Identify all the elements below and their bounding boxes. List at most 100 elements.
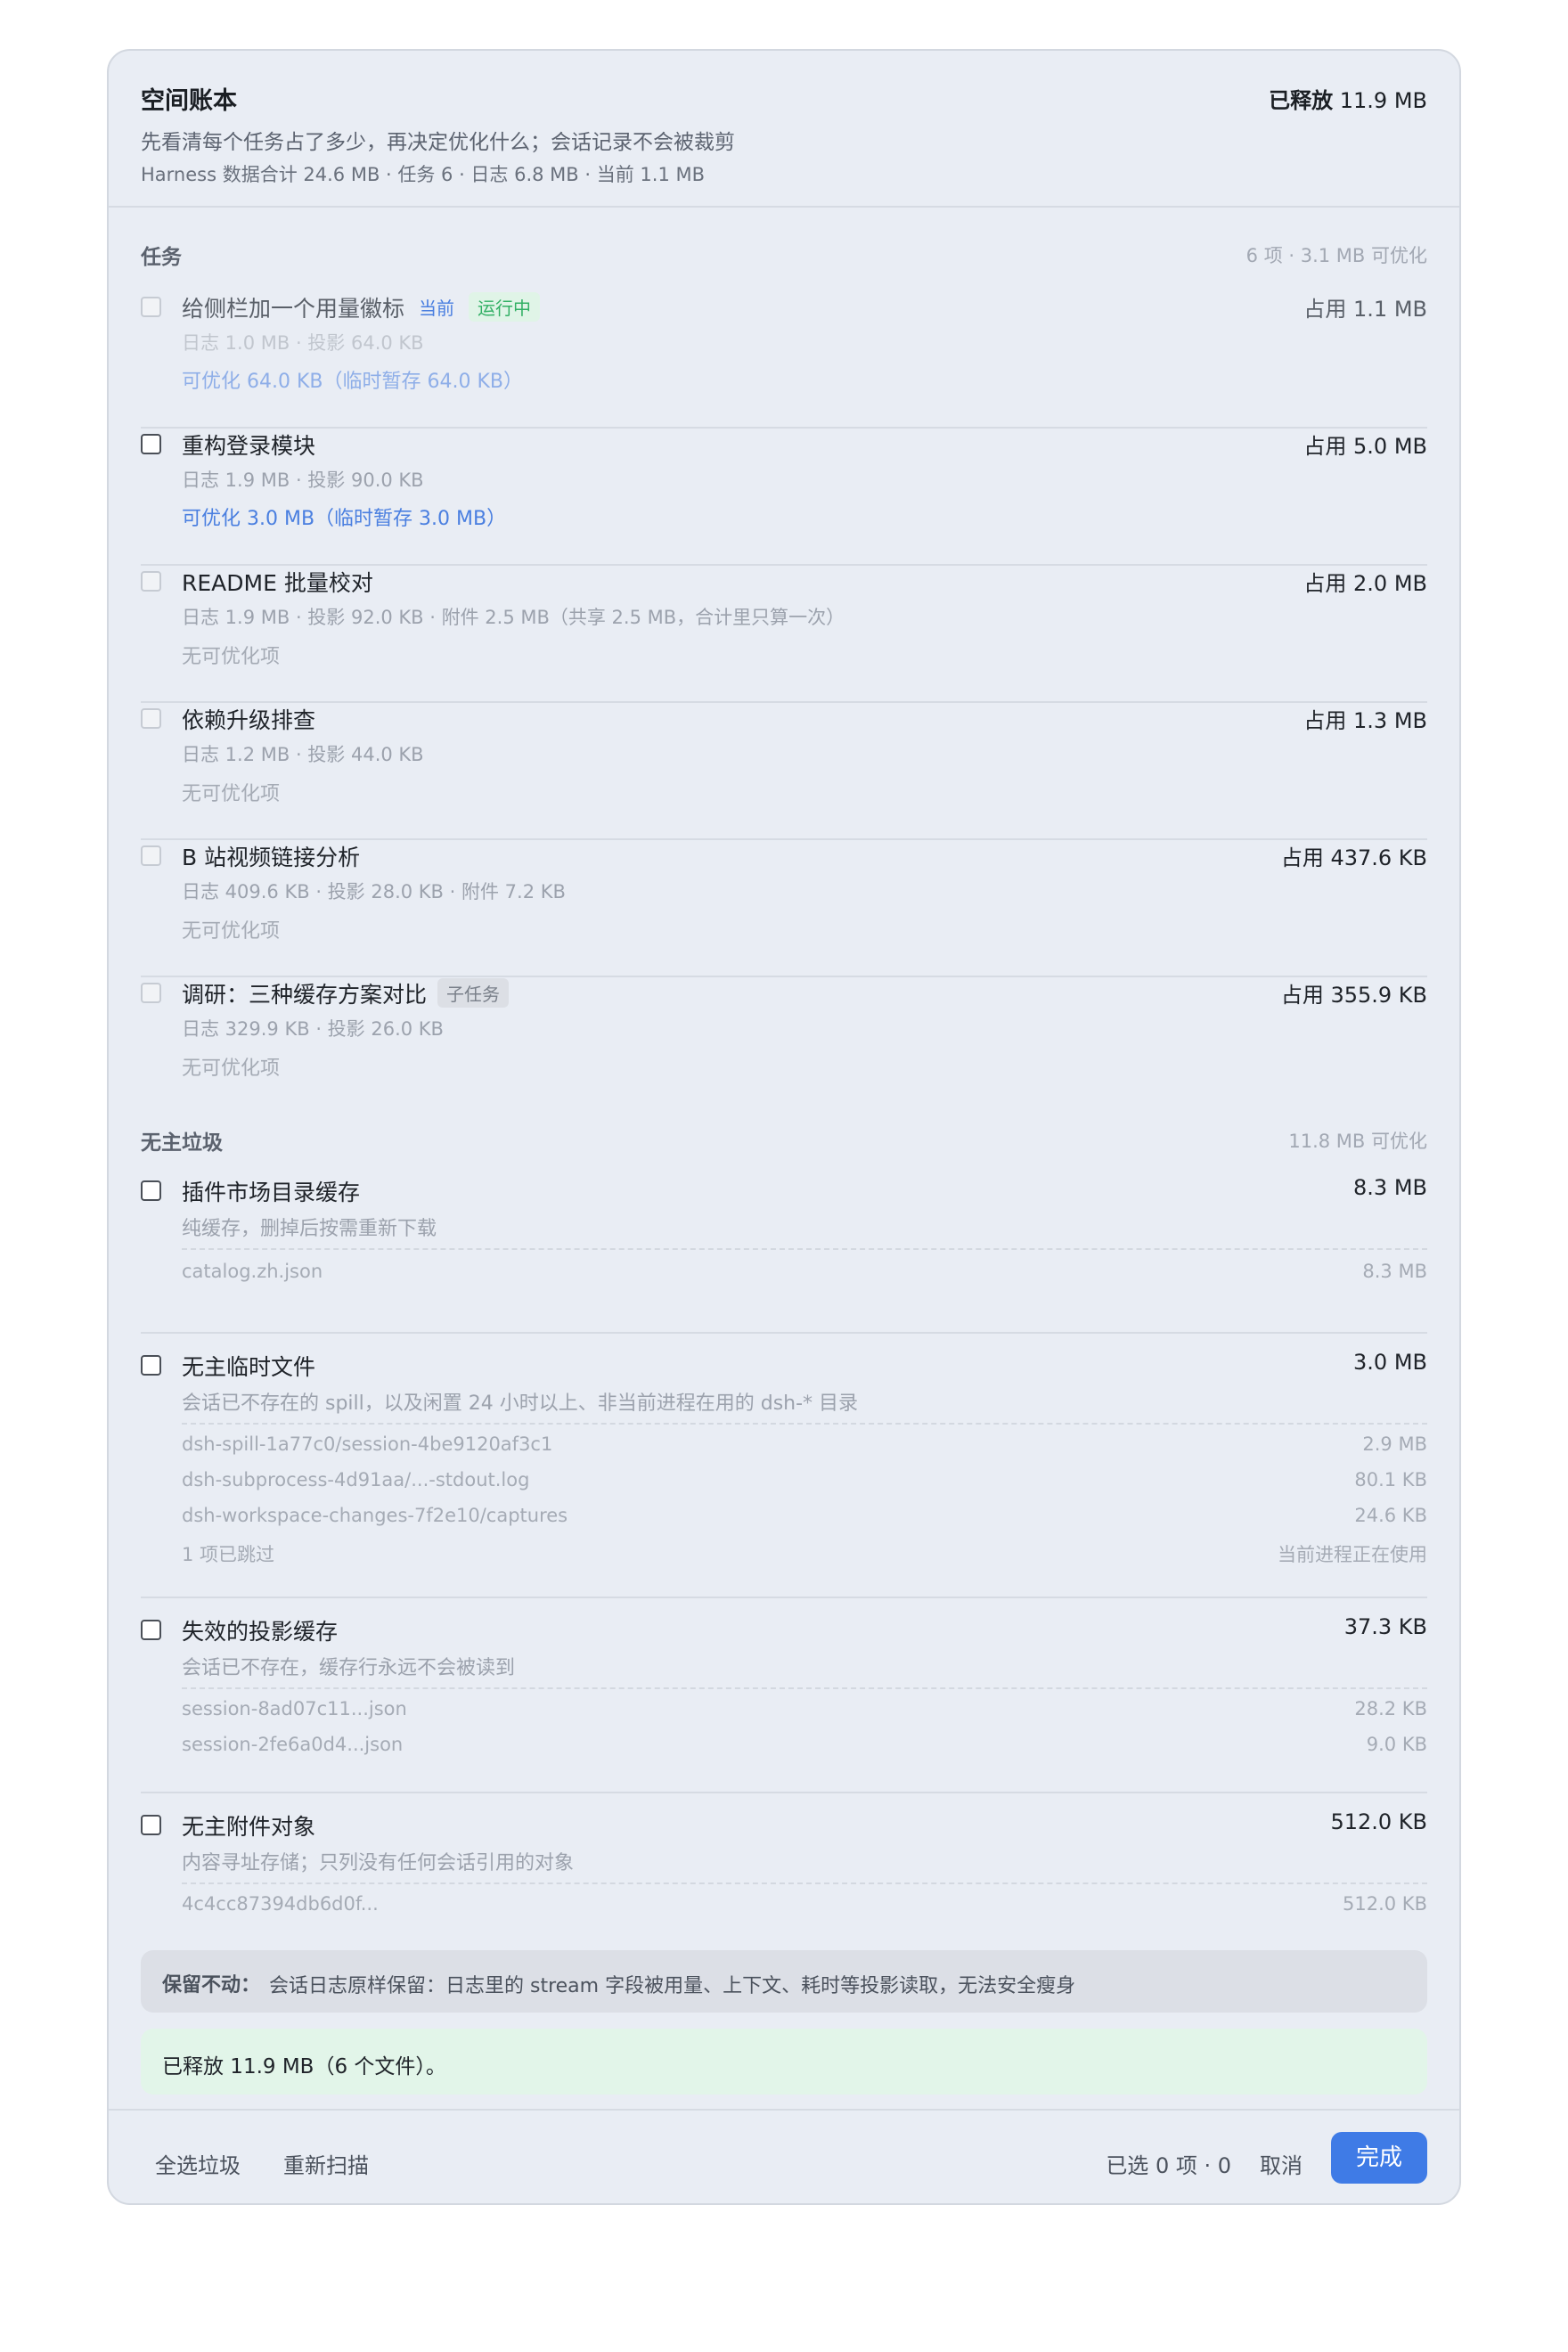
orphan-group-name: 无主临时文件 [182, 1354, 316, 1380]
orphan-group[interactable]: 无主附件对象 512.0 KB 内容寻址存储；只列没有任何会话引用的对象 4c4… [141, 1793, 1427, 1936]
orphan-section-title: 无主垃圾 [141, 1131, 223, 1155]
file-name: 4c4cc87394db6d0f... [182, 1893, 379, 1915]
tasks-section-header: 任务 6 项 · 3.1 MB 可优化 [141, 240, 1427, 270]
task-row: 给侧栏加一个用量徽标 当前 运行中 占用 1.1 MB 日志 1.0 MB · 投影… [141, 291, 1427, 429]
running-status-badge: 运行中 [469, 292, 541, 322]
dialog-footer: 全选垃圾 重新扫描 已选 0 项 · 0 取消 完成 [109, 2109, 1459, 2203]
rescan-button[interactable]: 重新扫描 [283, 2148, 369, 2179]
skipped-row: 1 项已跳过 当前进程正在使用 [182, 1537, 1427, 1569]
data-stats: Harness 数据合计 24.6 MB · 任务 6 · 日志 6.8 MB … [141, 164, 706, 185]
file-name: session-2fe6a0d4...json [182, 1734, 404, 1755]
orphan-group-checkbox[interactable] [141, 1180, 161, 1201]
task-row: 调研：三种缓存方案对比 子任务 占用 355.9 KB 日志 329.9 KB ·… [141, 977, 1427, 1115]
skipped-reason: 当前进程正在使用 [1278, 1544, 1427, 1565]
orphan-group-checkbox[interactable] [141, 1620, 161, 1640]
file-size: 28.2 KB [1354, 1698, 1427, 1719]
task-row[interactable]: 重构登录模块 占用 5.0 MB 日志 1.9 MB · 投影 90.0 KB … [141, 429, 1427, 566]
orphan-group-size: 8.3 MB [1353, 1175, 1427, 1200]
file-name: dsh-subprocess-4d91aa/...-stdout.log [182, 1469, 530, 1490]
task-checkbox [141, 983, 161, 1003]
task-meta: 日志 1.9 MB · 投影 90.0 KB [182, 470, 424, 491]
task-meta: 日志 1.2 MB · 投影 44.0 KB [182, 744, 424, 765]
tasks-section-title: 任务 [141, 246, 182, 269]
keep-notice: 保留不动： 会话日志原样保留：日志里的 stream 字段被用量、上下文、耗时等… [141, 1950, 1427, 2013]
done-button[interactable]: 完成 [1331, 2132, 1427, 2184]
task-row: B 站视频链接分析 占用 437.6 KB 日志 409.6 KB · 投影 2… [141, 840, 1427, 977]
task-occupy: 占用 5.0 MB [1303, 434, 1427, 459]
task-no-optimization: 无可优化项 [182, 646, 281, 668]
space-ledger-dialog: 空间账本 已释放 11.9 MB 先看清每个任务占了多少，再决定优化什么；会话记… [107, 49, 1461, 2205]
task-meta: 日志 329.9 KB · 投影 26.0 KB [182, 1018, 444, 1040]
keep-notice-text: 会话日志原样保留：日志里的 stream 字段被用量、上下文、耗时等投影读取，无… [269, 1975, 1076, 1997]
orphan-group-size: 3.0 MB [1353, 1350, 1427, 1375]
selection-status: 已选 0 项 · 0 [1106, 2153, 1231, 2178]
file-row: 4c4cc87394db6d0f... 512.0 KB [182, 1890, 1427, 1922]
dialog-title: 空间账本 [141, 87, 237, 115]
file-row: dsh-workspace-changes-7f2e10/captures 24… [182, 1501, 1427, 1533]
file-row: dsh-subprocess-4d91aa/...-stdout.log 80.… [182, 1466, 1427, 1498]
task-occupy: 占用 2.0 MB [1303, 571, 1427, 596]
orphan-group-name: 失效的投影缓存 [182, 1619, 339, 1645]
file-size: 24.6 KB [1354, 1505, 1427, 1526]
orphan-group-checkbox[interactable] [141, 1355, 161, 1376]
file-size: 80.1 KB [1354, 1469, 1427, 1490]
task-checkbox [141, 571, 161, 592]
released-label: 已释放 [1269, 88, 1334, 113]
file-size: 2.9 MB [1362, 1433, 1427, 1455]
task-no-optimization: 无可优化项 [182, 1058, 281, 1080]
task-occupy: 占用 355.9 KB [1280, 983, 1427, 1008]
orphan-group-size: 512.0 KB [1330, 1809, 1427, 1834]
orphan-group[interactable]: 插件市场目录缓存 8.3 MB 纯缓存，删掉后按需重新下载 catalog.zh… [141, 1175, 1427, 1334]
orphan-group-description: 纯缓存，删掉后按需重新下载 [182, 1218, 437, 1240]
file-name: dsh-workspace-changes-7f2e10/captures [182, 1505, 568, 1526]
orphan-group-name: 插件市场目录缓存 [182, 1180, 361, 1205]
task-checkbox [141, 708, 161, 729]
task-name: 给侧栏加一个用量徽标 当前 运行中 [182, 291, 541, 323]
dialog-header: 空间账本 已释放 11.9 MB 先看清每个任务占了多少，再决定优化什么；会话记… [109, 51, 1459, 208]
task-name: README 批量校对 [182, 570, 373, 596]
file-list: 4c4cc87394db6d0f... 512.0 KB [182, 1882, 1427, 1915]
task-optimizable: 可优化 3.0 MB（临时暂存 3.0 MB） [182, 508, 507, 530]
task-row: README 批量校对 占用 2.0 MB 日志 1.9 MB · 投影 92.… [141, 566, 1427, 703]
dialog-subtitle: 先看清每个任务占了多少，再决定优化什么；会话记录不会被裁剪 [141, 131, 735, 154]
file-row: session-2fe6a0d4...json 9.0 KB [182, 1730, 1427, 1762]
skipped-count: 1 项已跳过 [182, 1544, 275, 1565]
task-occupy: 占用 1.3 MB [1303, 708, 1427, 733]
select-all-junk-button[interactable]: 全选垃圾 [155, 2148, 241, 2179]
task-occupy: 占用 1.1 MB [1303, 297, 1427, 322]
task-name-text: 调研：三种缓存方案对比 [182, 982, 428, 1008]
released-value: 11.9 MB [1339, 88, 1427, 113]
task-meta: 日志 1.9 MB · 投影 92.0 KB · 附件 2.5 MB（共享 2.… [182, 607, 845, 628]
orphan-group[interactable]: 无主临时文件 3.0 MB 会话已不存在的 spill，以及闲置 24 小时以上… [141, 1334, 1427, 1598]
task-no-optimization: 无可优化项 [182, 920, 281, 943]
orphan-group-size: 37.3 KB [1343, 1614, 1427, 1639]
file-list: dsh-spill-1a77c0/session-4be9120af3c1 2.… [182, 1423, 1427, 1565]
orphan-section-summary: 11.8 MB 可优化 [1288, 1131, 1427, 1152]
task-checkbox [141, 845, 161, 866]
file-list: session-8ad07c11...json 28.2 KB session-… [182, 1687, 1427, 1755]
current-badge: 当前 [419, 298, 455, 319]
task-name-text: 给侧栏加一个用量徽标 [182, 296, 405, 322]
cancel-button[interactable]: 取消 [1260, 2148, 1303, 2179]
file-name: dsh-spill-1a77c0/session-4be9120af3c1 [182, 1433, 553, 1455]
orphan-group-checkbox[interactable] [141, 1815, 161, 1835]
result-message: 已释放 11.9 MB（6 个文件）。 [141, 2029, 1427, 2095]
orphan-group-name: 无主附件对象 [182, 1814, 316, 1840]
task-row: 依赖升级排查 占用 1.3 MB 日志 1.2 MB · 投影 44.0 KB … [141, 703, 1427, 840]
file-row: session-8ad07c11...json 28.2 KB [182, 1695, 1427, 1727]
task-optimizable: 可优化 64.0 KB（临时暂存 64.0 KB） [182, 371, 523, 393]
task-no-optimization: 无可优化项 [182, 783, 281, 805]
tasks-section-summary: 6 项 · 3.1 MB 可优化 [1245, 245, 1427, 266]
task-checkbox [141, 297, 161, 317]
task-name: 重构登录模块 [182, 433, 316, 459]
file-name: session-8ad07c11...json [182, 1698, 407, 1719]
file-size: 8.3 MB [1362, 1261, 1427, 1282]
task-name: 调研：三种缓存方案对比 子任务 [182, 977, 510, 1009]
orphan-group-description: 内容寻址存储；只列没有任何会话引用的对象 [182, 1852, 575, 1874]
keep-notice-label: 保留不动： [162, 1974, 261, 1997]
task-name: B 站视频链接分析 [182, 845, 361, 870]
result-message-text: 已释放 11.9 MB（6 个文件）。 [162, 2055, 446, 2078]
orphan-group[interactable]: 失效的投影缓存 37.3 KB 会话已不存在，缓存行永远不会被读到 sessio… [141, 1598, 1427, 1793]
released-summary: 已释放 11.9 MB [1269, 83, 1427, 114]
task-checkbox[interactable] [141, 434, 161, 454]
